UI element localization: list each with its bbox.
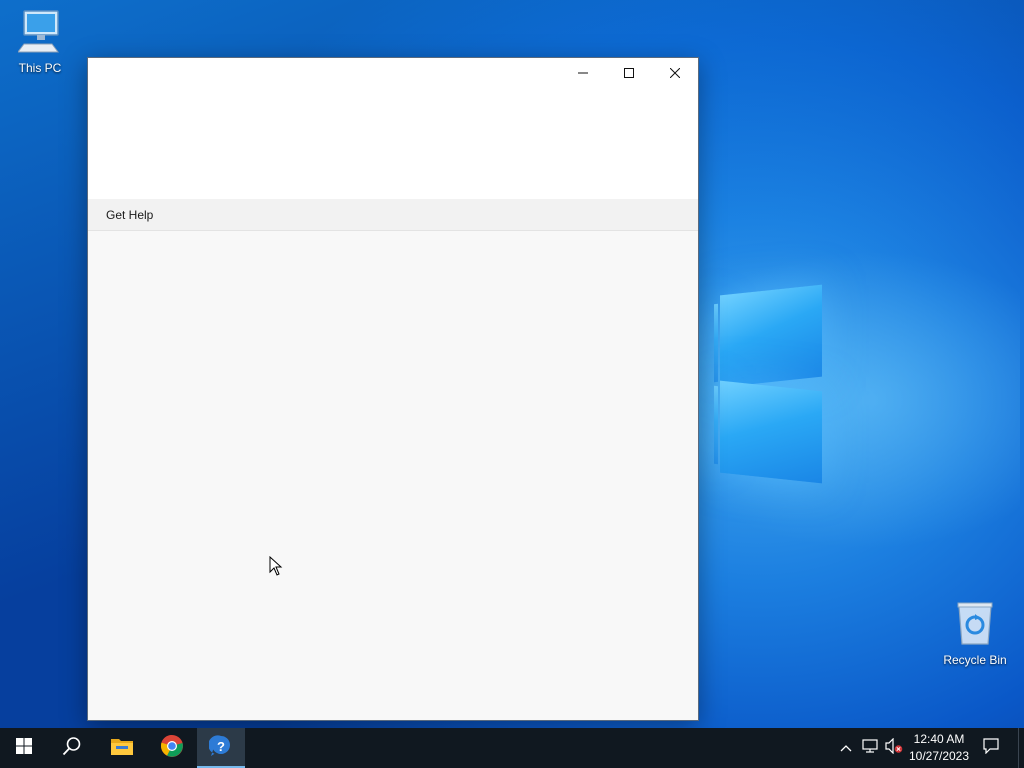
app-title-bar: Get Help xyxy=(88,199,698,231)
computer-icon xyxy=(17,10,62,57)
start-button[interactable] xyxy=(0,728,48,768)
show-hidden-icons-button[interactable] xyxy=(838,740,854,756)
search-button[interactable] xyxy=(48,728,96,768)
recycle-bin-icon xyxy=(953,602,997,649)
network-button[interactable] xyxy=(862,738,878,758)
chrome-button[interactable] xyxy=(148,728,196,768)
desktop-icon-label: Recycle Bin xyxy=(943,653,1007,667)
desktop-icon-label: This PC xyxy=(18,61,62,75)
minimize-button[interactable] xyxy=(560,58,606,90)
chrome-icon xyxy=(160,734,184,763)
window-content xyxy=(88,231,698,720)
folder-icon xyxy=(110,736,134,761)
taskbar: ? 12:40 AM 10/27/2023 xyxy=(0,728,1024,768)
clock-time: 12:40 AM xyxy=(913,732,965,746)
window-titlebar[interactable] xyxy=(88,58,698,90)
file-explorer-button[interactable] xyxy=(98,728,146,768)
volume-button[interactable] xyxy=(885,737,903,759)
notification-icon xyxy=(983,737,999,759)
desktop-icon-this-pc[interactable]: This PC xyxy=(0,8,80,75)
app-title: Get Help xyxy=(106,207,154,222)
svg-text:?: ? xyxy=(217,739,225,754)
volume-muted-icon xyxy=(885,737,903,759)
get-help-window: Get Help xyxy=(87,57,699,721)
maximize-icon xyxy=(624,65,634,83)
maximize-button[interactable] xyxy=(606,58,652,90)
action-center-button[interactable] xyxy=(983,737,999,759)
get-help-taskbar-button[interactable]: ? xyxy=(197,728,245,768)
get-help-icon: ? xyxy=(208,734,233,763)
mouse-cursor-icon xyxy=(269,555,283,582)
taskbar-clock[interactable]: 12:40 AM 10/27/2023 xyxy=(906,731,972,765)
show-desktop-button[interactable] xyxy=(1018,728,1024,768)
close-button[interactable] xyxy=(652,58,698,90)
close-icon xyxy=(669,65,681,83)
network-icon xyxy=(862,738,878,758)
windows-start-icon xyxy=(16,737,32,759)
clock-date: 10/27/2023 xyxy=(908,749,970,763)
minimize-icon xyxy=(578,65,588,83)
desktop-icon-recycle-bin[interactable]: Recycle Bin xyxy=(935,600,1015,667)
search-icon xyxy=(62,736,82,761)
window-header-area xyxy=(88,90,698,199)
chevron-up-icon xyxy=(840,739,852,757)
